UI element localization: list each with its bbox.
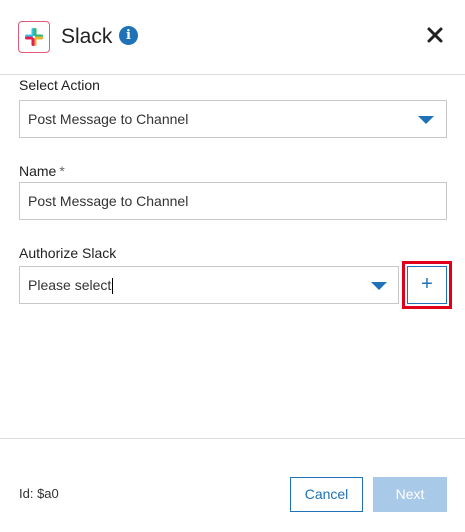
footer-divider [0,438,465,439]
dialog-header: Slack i [0,0,465,74]
next-button[interactable]: Next [373,477,447,512]
authorize-slack-value: Please select [28,277,112,293]
name-label: Name * [19,163,65,179]
name-input[interactable]: Post Message to Channel [19,182,447,220]
text-cursor [112,278,114,295]
select-action-dropdown[interactable]: Post Message to Channel [19,100,447,138]
required-marker: * [59,163,65,179]
select-action-label: Select Action [19,77,100,93]
chevron-down-icon[interactable] [418,116,434,124]
name-input-value: Post Message to Channel [28,193,189,209]
close-icon[interactable] [424,24,446,46]
cancel-button[interactable]: Cancel [290,477,363,512]
header-divider [0,74,465,75]
name-label-text: Name [19,163,57,179]
info-icon[interactable]: i [119,26,138,45]
dialog-title: Slack [61,25,113,48]
slack-logo-icon [18,21,50,53]
add-authorization-button[interactable]: + [407,266,447,304]
id-label: Id: $a0 [19,486,59,501]
select-action-value: Post Message to Channel [28,111,189,127]
authorize-slack-dropdown[interactable]: Please select [19,266,399,304]
authorize-slack-label: Authorize Slack [19,245,117,261]
chevron-down-icon[interactable] [371,282,387,290]
